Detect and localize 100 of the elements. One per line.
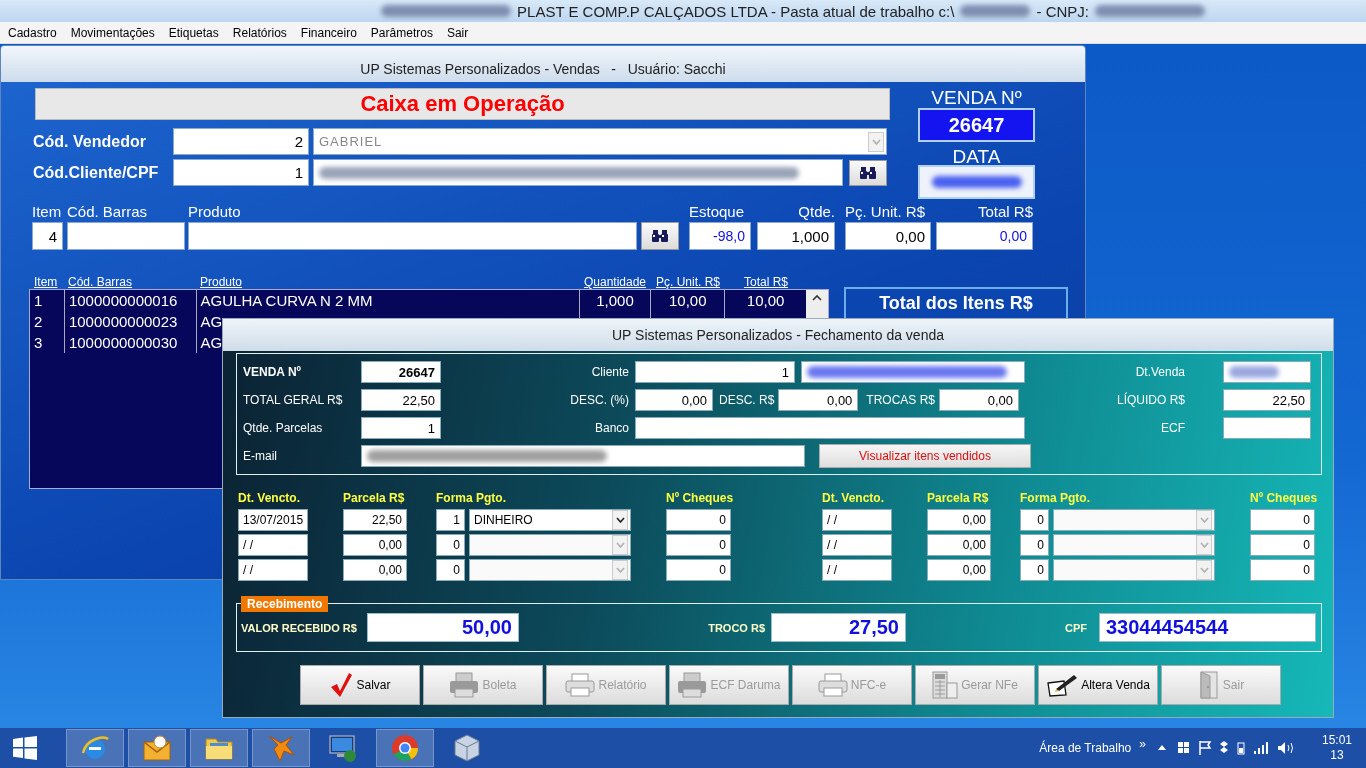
- clock-time: 15:01: [1321, 733, 1352, 748]
- table-cell: 1000000000016: [63, 290, 196, 311]
- column-header: Item: [33, 275, 59, 289]
- taskbar-button[interactable]: [190, 729, 248, 767]
- input-field[interactable]: 0,00: [939, 389, 1020, 411]
- menu-item[interactable]: Financeiro: [293, 25, 364, 40]
- input-field[interactable]: 1: [635, 361, 795, 383]
- field-label: LÍQUIDO R$: [1116, 393, 1186, 407]
- column-header: Nº Cheques: [666, 491, 731, 506]
- taskbar-button[interactable]: [66, 729, 124, 767]
- search-button[interactable]: [849, 159, 887, 186]
- input-field[interactable]: [801, 361, 1025, 383]
- input-field[interactable]: [67, 222, 185, 250]
- binoculars-icon: [859, 165, 877, 180]
- column-header: Quantidade: [582, 275, 648, 289]
- field-label: VENDA Nº: [243, 365, 302, 379]
- calculator-icon: [932, 671, 959, 699]
- table-cell: 1000000000030: [63, 332, 196, 353]
- input-field[interactable]: 0,00: [635, 389, 713, 411]
- menu-item[interactable]: Sair: [439, 25, 476, 40]
- toolbar-label[interactable]: Área de Trabalho: [1039, 741, 1132, 755]
- menu-item[interactable]: Parâmetros: [363, 25, 440, 40]
- printer-icon: [677, 672, 708, 698]
- taskbar-button[interactable]: [376, 729, 434, 767]
- field-label: Cliente: [590, 365, 630, 379]
- field-label: ECF: [1160, 421, 1186, 435]
- taskbar-button[interactable]: [252, 729, 310, 767]
- menu-item[interactable]: Etiquetas: [161, 25, 226, 40]
- input-field[interactable]: [361, 445, 805, 467]
- input-field[interactable]: 0,00: [778, 389, 859, 411]
- blurred-text: [960, 5, 1031, 17]
- input-field[interactable]: 0: [666, 509, 731, 531]
- window-title: - CNPJ:: [1036, 2, 1089, 20]
- input-field[interactable]: 0,00: [845, 222, 931, 250]
- menu-item[interactable]: Movimentações: [63, 25, 162, 40]
- menu-item[interactable]: Cadastro: [1, 25, 64, 40]
- input-field[interactable]: 26647: [361, 361, 441, 383]
- input-field[interactable]: [635, 417, 1025, 439]
- column-header: Nº Cheques: [1250, 491, 1315, 506]
- action-button[interactable]: Altera Venda: [1038, 665, 1158, 705]
- input-field[interactable]: [313, 159, 843, 186]
- field-label: VENDA Nº: [931, 88, 1022, 108]
- input-field[interactable]: 22,50: [361, 389, 441, 411]
- cube-icon: [452, 733, 482, 763]
- round-logo-icon: [390, 733, 420, 763]
- field-label: Estoque: [689, 203, 746, 222]
- input-field[interactable]: 1: [173, 159, 309, 186]
- table-cell: AGULHA CURVA N 2 MM: [195, 290, 579, 311]
- input-field[interactable]: 1,000: [757, 222, 835, 250]
- scroll-up-icon[interactable]: [812, 294, 822, 301]
- input-field[interactable]: 0,00: [936, 222, 1033, 250]
- monitor-icon: [328, 733, 358, 763]
- field-label: TOTAL GERAL R$: [243, 393, 344, 407]
- pen-paper-icon: [1046, 673, 1079, 697]
- date-field[interactable]: 13/07/2015: [238, 509, 308, 531]
- input-field[interactable]: -98,0: [689, 222, 751, 250]
- input-field[interactable]: 4: [32, 222, 63, 250]
- column-header: Produto: [199, 275, 244, 289]
- field-label: VALOR RECEBIDO R$: [240, 621, 358, 634]
- field-label: Total R$: [976, 203, 1033, 222]
- menu-item[interactable]: Relatórios: [225, 25, 294, 40]
- dropdown-field[interactable]: GABRIEL: [313, 128, 887, 155]
- taskbar-button[interactable]: [128, 729, 186, 767]
- column-header: Cód. Barras: [67, 275, 134, 289]
- input-field[interactable]: 1: [436, 509, 465, 531]
- field-label: Produto: [188, 203, 242, 222]
- clock-date: 13: [1330, 748, 1344, 763]
- table-cell-text: 1: [33, 291, 44, 311]
- group-legend: Recebimento: [241, 596, 329, 612]
- field-label: DATA: [952, 147, 1001, 167]
- field-label: DESC. (%): [569, 393, 630, 407]
- field-label: TROCAS R$: [865, 393, 937, 407]
- view-items-button[interactable]: Visualizar itens vendidos: [819, 444, 1031, 468]
- input-field[interactable]: [1223, 417, 1311, 439]
- field-label: Cód.Cliente/CPF: [33, 163, 160, 182]
- window-title: PLAST E COMP.P CALÇADOS LTDA - Pasta atual de trabalho c:\: [517, 2, 955, 20]
- input-field[interactable]: [188, 222, 637, 250]
- input-field[interactable]: 22,50: [343, 509, 407, 531]
- printer-icon: [449, 672, 480, 698]
- chevron-button[interactable]: »: [1139, 737, 1146, 751]
- field-label: Cód. Vendedor: [33, 132, 147, 151]
- sale-number: 26647: [918, 108, 1035, 142]
- field-label: Pç. Unit. R$: [845, 203, 927, 222]
- action-button[interactable]: Salvar: [300, 665, 420, 705]
- input-field[interactable]: 27,50: [771, 613, 906, 642]
- checkmark-icon: [329, 672, 354, 698]
- table-cell: 1000000000023: [63, 311, 196, 332]
- search-button[interactable]: [641, 222, 679, 250]
- input-field[interactable]: 33044454544: [1099, 613, 1316, 642]
- input-field[interactable]: [1223, 361, 1311, 383]
- input-field[interactable]: 22,50: [1223, 389, 1311, 411]
- folder-icon: [204, 735, 234, 761]
- dropdown-field[interactable]: DINHEIRO: [469, 509, 631, 531]
- windows-logo-icon[interactable]: [12, 735, 38, 761]
- blurred-text: [1229, 366, 1279, 378]
- input-field[interactable]: 2: [173, 128, 309, 155]
- input-field[interactable]: 50,00: [367, 613, 519, 642]
- field-label: Qtde.: [797, 203, 835, 222]
- input-field[interactable]: 1: [361, 417, 441, 439]
- column-header: Forma Pgto.: [436, 491, 507, 506]
